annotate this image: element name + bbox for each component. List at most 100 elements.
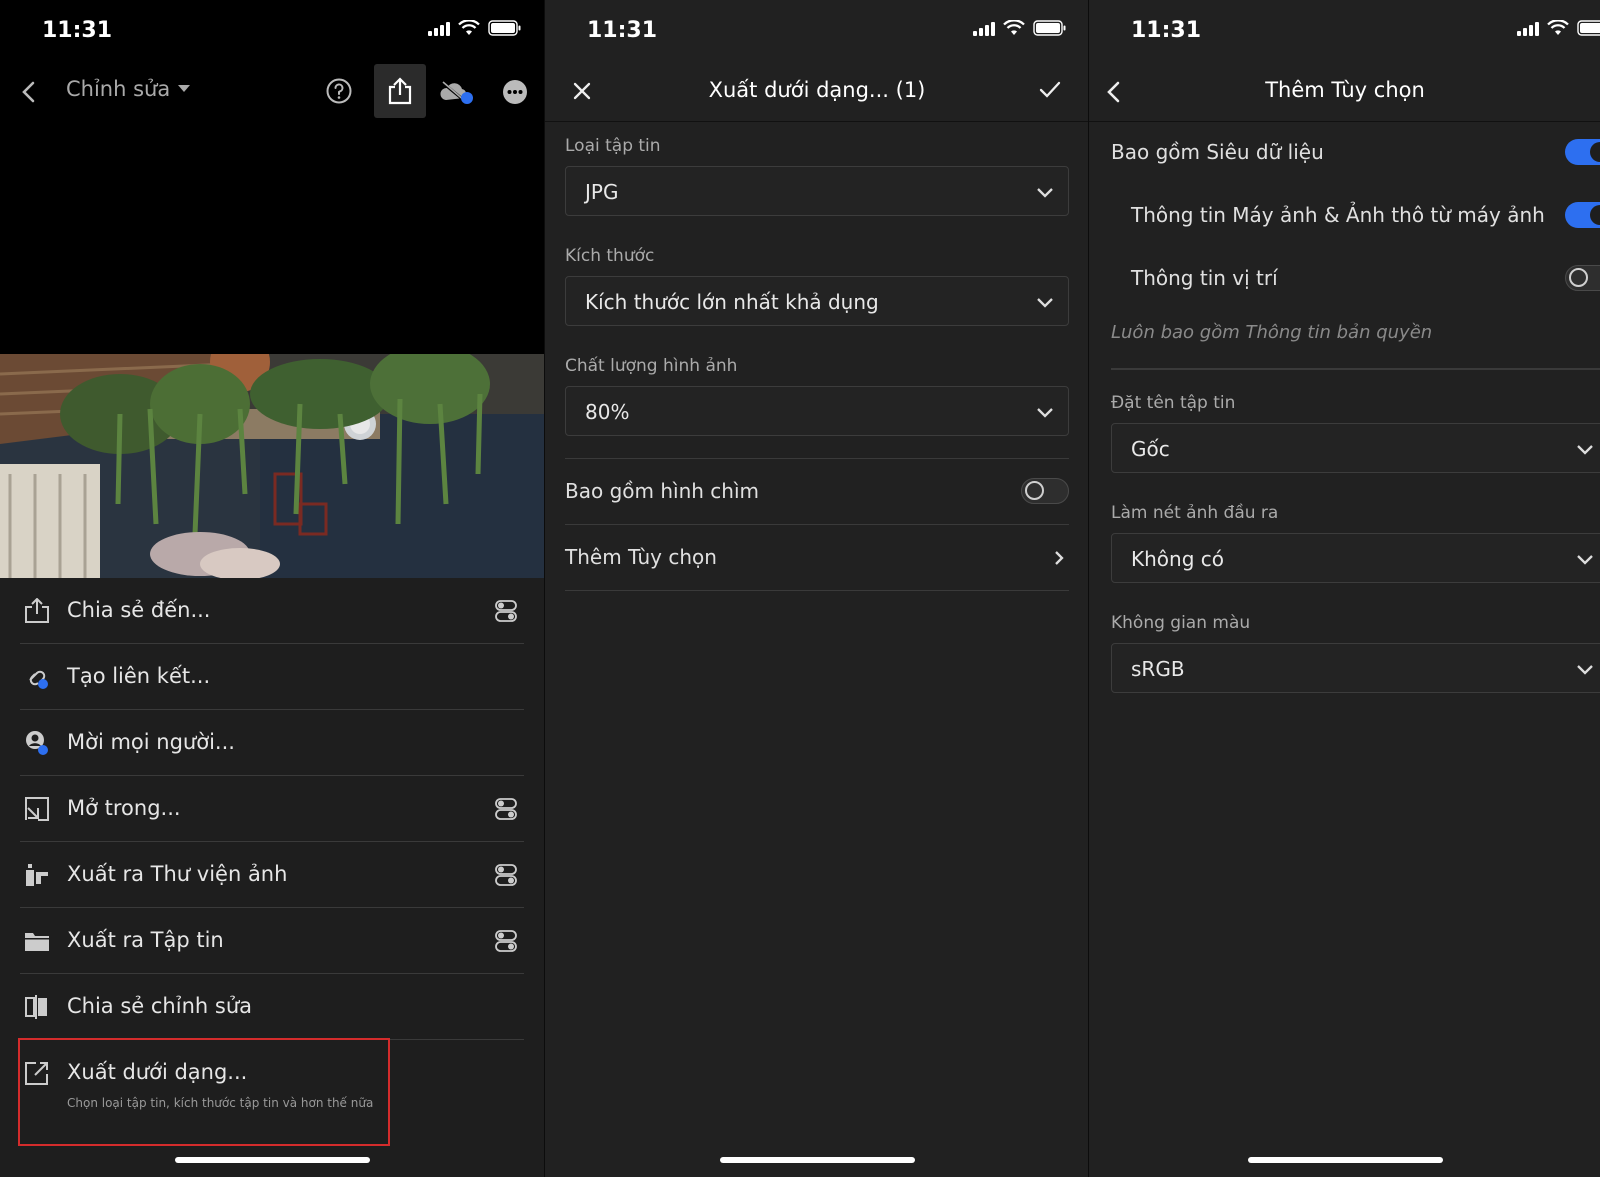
size-label: Kích thước <box>565 246 655 266</box>
chevron-down-icon <box>1037 298 1053 308</box>
battery-icon <box>1577 20 1600 36</box>
signal-icon <box>428 20 450 36</box>
menu-label: Xuất ra Thư viện ảnh <box>67 862 288 886</box>
status-icons <box>1517 20 1600 36</box>
file-type-value: JPG <box>585 180 619 204</box>
menu-invite-people[interactable]: Mời mọi người... <box>20 710 524 776</box>
size-value: Kích thước lớn nhất khả dụng <box>585 290 879 314</box>
menu-create-link[interactable]: Tạo liên kết... <box>20 644 524 710</box>
divider <box>545 121 1089 122</box>
status-bar: 11:31 <box>545 0 1089 64</box>
color-space-value: sRGB <box>1131 657 1185 681</box>
metadata-toggle[interactable] <box>1565 139 1600 165</box>
menu-label: Chia sẻ chỉnh sửa <box>67 994 252 1018</box>
sharpen-label: Làm nét ảnh đầu ra <box>1111 503 1279 523</box>
status-time: 11:31 <box>1131 18 1202 43</box>
location-info-toggle[interactable] <box>1565 265 1600 291</box>
menu-export-photos[interactable]: Xuất ra Thư viện ảnh <box>20 842 524 908</box>
menu-export-files[interactable]: Xuất ra Tập tin <box>20 908 524 974</box>
batch-toggle-icon[interactable] <box>494 599 518 623</box>
more-options-form: Đặt tên tập tin Gốc Làm nét ảnh đầu ra K… <box>1111 393 1600 723</box>
watermark-toggle[interactable] <box>1021 478 1069 504</box>
status-bar: 11:31 <box>0 0 544 64</box>
quality-select[interactable]: 80% <box>565 386 1069 436</box>
more-icon[interactable] <box>502 79 528 105</box>
share-button[interactable] <box>374 64 426 118</box>
more-options-row[interactable]: Thêm Tùy chọn <box>565 524 1069 591</box>
chevron-right-icon <box>1055 551 1064 565</box>
chevron-down-icon <box>1037 408 1053 418</box>
menu-label: Mở trong... <box>67 796 181 820</box>
watermark-label: Bao gồm hình chìm <box>565 479 759 503</box>
share-to-icon <box>25 598 49 623</box>
folder-icon <box>25 933 49 951</box>
size-select[interactable]: Kích thước lớn nhất khả dụng <box>565 276 1069 326</box>
export-photos-icon <box>26 864 48 886</box>
chevron-down-icon <box>1577 445 1593 455</box>
home-indicator <box>1248 1157 1443 1163</box>
highlight-box <box>18 1038 390 1146</box>
chevron-down-icon <box>1577 665 1593 675</box>
share-icon <box>388 77 412 105</box>
file-naming-select[interactable]: Gốc <box>1111 423 1600 473</box>
file-type-label: Loại tập tin <box>565 136 661 156</box>
page-title: Xuất dưới dạng... (1) <box>708 78 926 102</box>
batch-toggle-icon[interactable] <box>494 929 518 953</box>
more-options-label: Thêm Tùy chọn <box>565 545 717 569</box>
status-icons <box>973 20 1067 36</box>
edit-mode-dropdown[interactable]: Chỉnh sửa <box>66 77 191 101</box>
open-in-icon <box>25 797 49 821</box>
color-space-select[interactable]: sRGB <box>1111 643 1600 693</box>
camera-info-label: Thông tin Máy ảnh & Ảnh thô từ máy ảnh <box>1131 203 1545 227</box>
photo-image <box>0 354 544 578</box>
edit-mode-label: Chỉnh sửa <box>66 77 171 101</box>
chevron-down-icon <box>1577 555 1593 565</box>
help-icon[interactable] <box>326 78 352 104</box>
quality-label: Chất lượng hình ảnh <box>565 356 738 376</box>
menu-label: Mời mọi người... <box>67 730 235 754</box>
wifi-icon <box>458 20 480 35</box>
confirm-check-icon[interactable] <box>1039 80 1061 100</box>
back-icon[interactable] <box>20 80 38 104</box>
export-form: Loại tập tin JPG Kích thước Kích thước l… <box>565 136 1069 591</box>
battery-icon <box>488 20 521 36</box>
camera-info-toggle[interactable] <box>1565 202 1600 228</box>
metadata-label: Bao gồm Siêu dữ liệu <box>1111 140 1324 164</box>
caret-down-icon <box>178 85 191 92</box>
cloud-sync-icon[interactable] <box>440 80 474 104</box>
edit-navbar: Chỉnh sửa <box>0 64 544 122</box>
share-edits-icon <box>25 995 47 1019</box>
sharpen-select[interactable]: Không có <box>1111 533 1600 583</box>
location-info-label: Thông tin vị trí <box>1131 266 1278 290</box>
sharpen-value: Không có <box>1131 547 1224 571</box>
page-title: Thêm Tùy chọn <box>1265 78 1425 102</box>
copyright-note: Luôn bao gồm Thông tin bản quyền <box>1111 322 1433 343</box>
watermark-row: Bao gồm hình chìm <box>565 458 1069 524</box>
photo-preview <box>0 354 544 578</box>
share-menu-screen: 11:31 Chỉnh sửa Chia sẻ đến... Tạo liên … <box>0 0 544 1177</box>
menu-share-edits[interactable]: Chia sẻ chỉnh sửa <box>20 974 524 1040</box>
status-bar: 11:31 <box>1089 0 1600 64</box>
file-naming-value: Gốc <box>1131 437 1170 461</box>
menu-label: Tạo liên kết... <box>67 664 211 688</box>
wifi-icon <box>1547 20 1569 35</box>
home-indicator <box>175 1157 370 1163</box>
export-navbar: Xuất dưới dạng... (1) <box>545 64 1089 122</box>
status-time: 11:31 <box>42 18 113 43</box>
menu-label: Chia sẻ đến... <box>67 598 211 622</box>
export-as-screen: 11:31 Xuất dưới dạng... (1) Loại tập tin… <box>544 0 1089 1177</box>
menu-share-to[interactable]: Chia sẻ đến... <box>20 578 524 644</box>
batch-toggle-icon[interactable] <box>494 863 518 887</box>
status-time: 11:31 <box>587 18 658 43</box>
signal-icon <box>1517 20 1539 36</box>
chevron-down-icon <box>1037 188 1053 198</box>
quality-value: 80% <box>585 400 630 424</box>
more-options-screen: 11:31 Thêm Tùy chọn Bao gồm Siêu dữ liệu… <box>1088 0 1600 1177</box>
file-type-select[interactable]: JPG <box>565 166 1069 216</box>
more-options-navbar: Thêm Tùy chọn <box>1089 64 1600 122</box>
signal-icon <box>973 20 995 36</box>
menu-open-in[interactable]: Mở trong... <box>20 776 524 842</box>
divider <box>1111 368 1600 370</box>
batch-toggle-icon[interactable] <box>494 797 518 821</box>
wifi-icon <box>1003 20 1025 35</box>
